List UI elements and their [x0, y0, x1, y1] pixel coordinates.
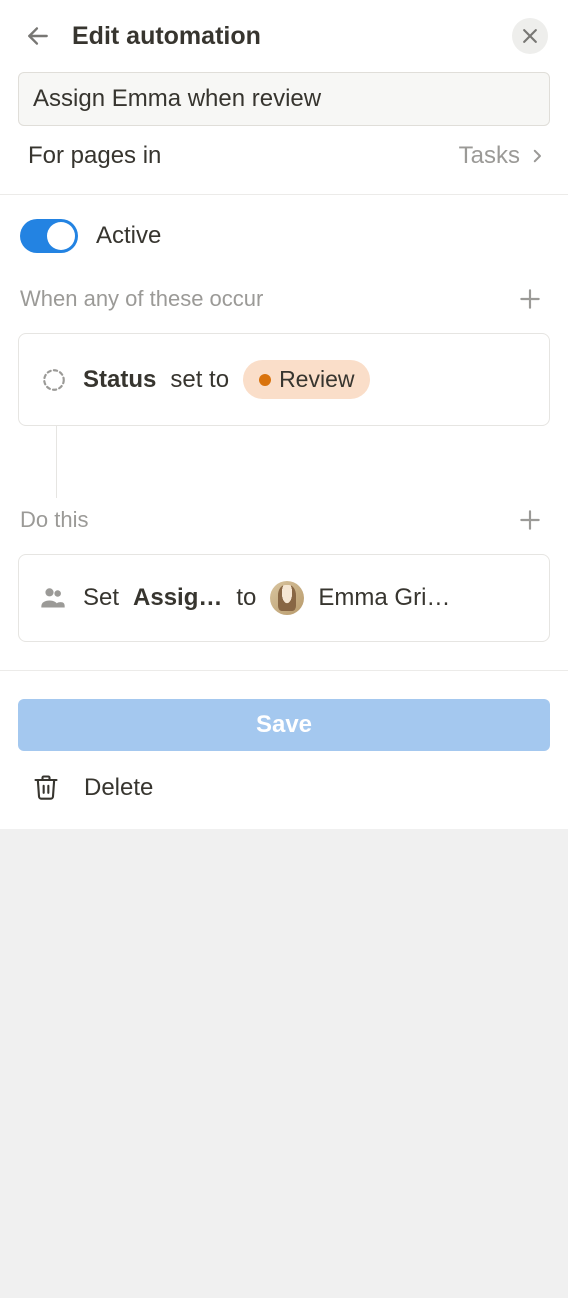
header: Edit automation — [0, 0, 568, 72]
status-pill-label: Review — [279, 366, 354, 393]
scope-row[interactable]: For pages in Tasks — [0, 142, 568, 194]
scope-label: For pages in — [28, 142, 161, 170]
active-label: Active — [96, 222, 161, 250]
status-pill: Review — [243, 360, 370, 399]
add-trigger-button[interactable] — [512, 281, 548, 317]
chevron-right-icon — [528, 147, 546, 165]
action-property: Assig… — [133, 584, 222, 612]
add-action-button[interactable] — [512, 502, 548, 538]
empty-area — [0, 829, 568, 1169]
trigger-section-label: When any of these occur — [20, 286, 263, 312]
assignee-name: Emma Gri… — [318, 584, 450, 612]
save-button[interactable]: Save — [18, 699, 550, 751]
plus-icon — [517, 286, 543, 312]
active-toggle[interactable] — [20, 219, 78, 253]
arrow-left-icon — [25, 23, 51, 49]
action-section-label: Do this — [20, 507, 88, 533]
action-card[interactable]: Set Assig… to Emma Gri… — [18, 554, 550, 642]
delete-button[interactable]: Delete — [18, 751, 550, 809]
action-to: to — [236, 584, 256, 612]
scope-value: Tasks — [459, 142, 520, 170]
back-button[interactable] — [20, 18, 56, 54]
toggle-knob — [47, 222, 75, 250]
action-verb: Set — [83, 584, 119, 612]
trigger-property: Status — [83, 366, 156, 394]
connector-line — [56, 426, 568, 498]
trash-icon — [32, 773, 60, 801]
trigger-card[interactable]: Status set to Review — [18, 333, 550, 426]
status-icon — [41, 367, 67, 393]
assignee-avatar — [270, 581, 304, 615]
close-icon — [520, 26, 540, 46]
active-row: Active — [0, 195, 568, 277]
delete-label: Delete — [84, 774, 153, 802]
trigger-verb: set to — [170, 366, 229, 394]
plus-icon — [517, 507, 543, 533]
status-dot-icon — [259, 374, 271, 386]
automation-name-input[interactable] — [18, 72, 550, 126]
people-icon — [39, 583, 67, 611]
close-button[interactable] — [512, 18, 548, 54]
page-title: Edit automation — [72, 22, 496, 51]
